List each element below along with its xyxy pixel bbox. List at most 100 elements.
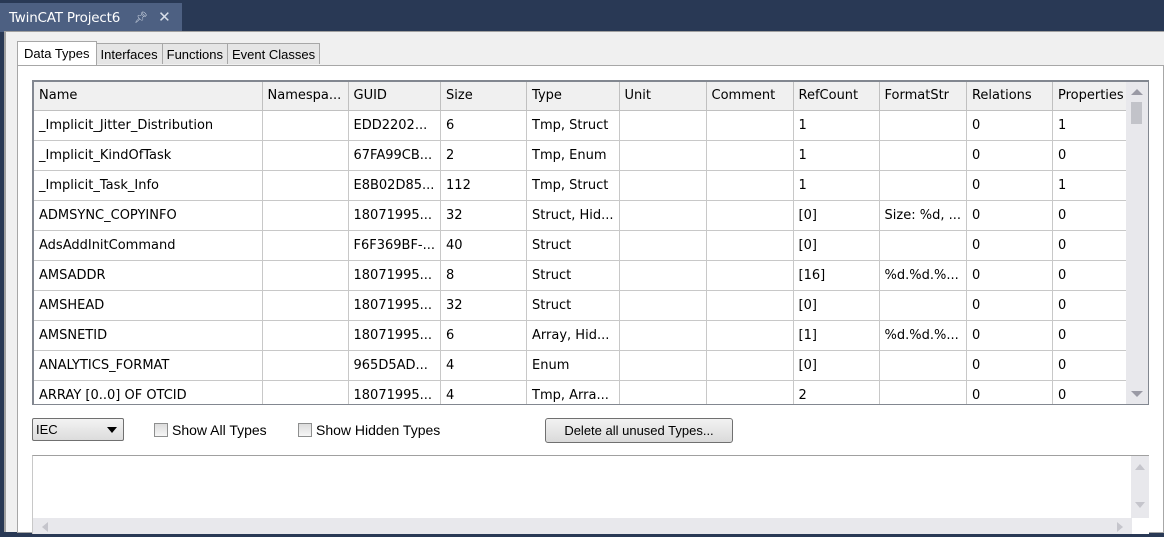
table-cell [879, 170, 967, 201]
table-cell [879, 140, 967, 171]
table-cell: _Implicit_KindOfTask [34, 140, 263, 171]
column-header[interactable]: Name [34, 82, 263, 111]
data-types-page: Name Namespa... GUID Size Type Unit Comment Ref… [17, 65, 1164, 534]
table-cell: [0] [793, 200, 880, 231]
table-cell [879, 290, 967, 321]
table-cell: _Implicit_Jitter_Distribution [34, 110, 263, 141]
scroll-up-arrow-icon[interactable] [1131, 89, 1143, 95]
scroll-left-arrow-icon[interactable] [42, 522, 48, 532]
details-vertical-scrollbar[interactable] [1131, 456, 1149, 518]
table-cell: [0] [793, 350, 880, 381]
table-row[interactable]: ADMSYNC_COPYINFO 18071995... 32 Struct, Hid… [34, 200, 1139, 231]
table-cell [619, 200, 707, 231]
document-tab-title: TwinCAT Project6 [9, 9, 121, 26]
tab-event-classes[interactable]: Event Classes [227, 43, 321, 64]
table-row[interactable]: ARRAY [0..0] OF OTCID 18071995... 4 Tmp, Ar… [34, 380, 1139, 404]
table-row[interactable]: AMSADDR 18071995... 8 Struct [16] %d.%d.%... 0… [34, 260, 1139, 291]
table-cell [879, 380, 967, 404]
table-cell: %d.%d.%... [879, 320, 967, 351]
table-cell: EDD2202... [348, 110, 442, 141]
format-combo[interactable]: IEC [32, 418, 124, 441]
table-row[interactable]: ANALYTICS_FORMAT 965D5AD... 4 Enum [0] 0 0 [34, 350, 1139, 381]
table-cell: Struct [526, 230, 620, 261]
table-cell: 1 [793, 110, 880, 141]
table-cell [706, 170, 794, 201]
pin-icon[interactable]: 📌︎ [134, 11, 148, 24]
table-cell: 18071995... [348, 290, 442, 321]
column-header[interactable]: Type [526, 82, 620, 111]
column-header[interactable]: Namespa... [262, 82, 349, 111]
tab-functions[interactable]: Functions [161, 43, 228, 64]
column-header[interactable]: Unit [619, 82, 707, 111]
table-cell: 4 [440, 380, 528, 404]
document-tab[interactable]: TwinCAT Project6 📌︎ ✕ [0, 3, 182, 32]
show-all-types-checkbox[interactable]: Show All Types [154, 422, 267, 438]
table-cell: Struct, Hid... [526, 200, 620, 231]
scroll-right-arrow-icon[interactable] [1117, 522, 1123, 532]
table-cell [262, 200, 349, 231]
table-row[interactable]: AMSNETID 18071995... 6 Array, Hid... [1] %d.%… [34, 320, 1139, 351]
grid-header-row: Name Namespa... GUID Size Type Unit Comment Ref… [34, 82, 1139, 111]
table-cell: 32 [440, 200, 528, 231]
table-cell: 0 [966, 320, 1053, 351]
checkbox-box[interactable] [298, 423, 312, 437]
table-row[interactable]: AMSHEAD 18071995... 32 Struct [0] 0 0 [34, 290, 1139, 321]
table-cell: AMSHEAD [34, 290, 263, 321]
table-cell [262, 260, 349, 291]
table-cell: 2 [440, 140, 528, 171]
table-cell [706, 140, 794, 171]
table-cell: 32 [440, 290, 528, 321]
table-cell [262, 230, 349, 261]
table-cell: [0] [793, 290, 880, 321]
table-cell: 1 [793, 140, 880, 171]
chevron-down-icon [107, 427, 117, 433]
scroll-up-arrow-icon[interactable] [1135, 464, 1145, 470]
table-row[interactable]: AdsAddInitCommand F6F369BF-... 40 Struct [0]… [34, 230, 1139, 261]
table-row[interactable]: _Implicit_Task_Info E8B02D85... 112 Tmp, St… [34, 170, 1139, 201]
table-cell: Size: %d, ... [879, 200, 967, 231]
table-cell: 40 [440, 230, 528, 261]
grid-vertical-scrollbar[interactable] [1126, 82, 1148, 404]
table-cell: AdsAddInitCommand [34, 230, 263, 261]
table-row[interactable]: _Implicit_KindOfTask 67FA99CB... 2 Tmp, Enu… [34, 140, 1139, 171]
checkbox-box[interactable] [154, 423, 168, 437]
table-cell: ARRAY [0..0] OF OTCID [34, 380, 263, 404]
data-types-grid: Name Namespa... GUID Size Type Unit Comment Ref… [32, 80, 1149, 405]
table-cell: 0 [966, 290, 1053, 321]
table-cell: [16] [793, 260, 880, 291]
table-cell [619, 140, 707, 171]
close-icon[interactable]: ✕ [158, 10, 171, 25]
column-header[interactable]: Comment [706, 82, 794, 111]
table-cell [262, 290, 349, 321]
table-cell [706, 350, 794, 381]
table-cell [262, 320, 349, 351]
table-cell [619, 110, 707, 141]
table-cell: [1] [793, 320, 880, 351]
tab-interfaces[interactable]: Interfaces [95, 43, 163, 64]
column-header[interactable]: RefCount [793, 82, 880, 111]
table-cell: 6 [440, 320, 528, 351]
table-cell [619, 320, 707, 351]
column-header[interactable]: GUID [348, 82, 442, 111]
table-cell [619, 350, 707, 381]
table-cell [706, 110, 794, 141]
column-header[interactable]: FormatStr [879, 82, 967, 111]
details-horizontal-scrollbar[interactable] [33, 518, 1132, 534]
tab-data-types[interactable]: Data Types [17, 41, 97, 65]
table-cell [706, 230, 794, 261]
table-cell [706, 320, 794, 351]
delete-unused-types-button[interactable]: Delete all unused Types... [545, 418, 733, 443]
column-header[interactable]: Size [440, 82, 528, 111]
show-hidden-types-checkbox[interactable]: Show Hidden Types [298, 422, 440, 438]
scrollbar-thumb[interactable] [1131, 102, 1142, 124]
table-cell: 0 [966, 380, 1053, 404]
table-cell: F6F369BF-... [348, 230, 442, 261]
table-cell [619, 290, 707, 321]
table-cell [619, 170, 707, 201]
table-row[interactable]: _Implicit_Jitter_Distribution EDD2202... 6… [34, 110, 1139, 141]
scroll-down-arrow-icon[interactable] [1135, 502, 1145, 508]
scroll-down-arrow-icon[interactable] [1131, 391, 1143, 397]
table-cell: AMSNETID [34, 320, 263, 351]
column-header[interactable]: Relations [966, 82, 1053, 111]
table-cell: 67FA99CB... [348, 140, 442, 171]
